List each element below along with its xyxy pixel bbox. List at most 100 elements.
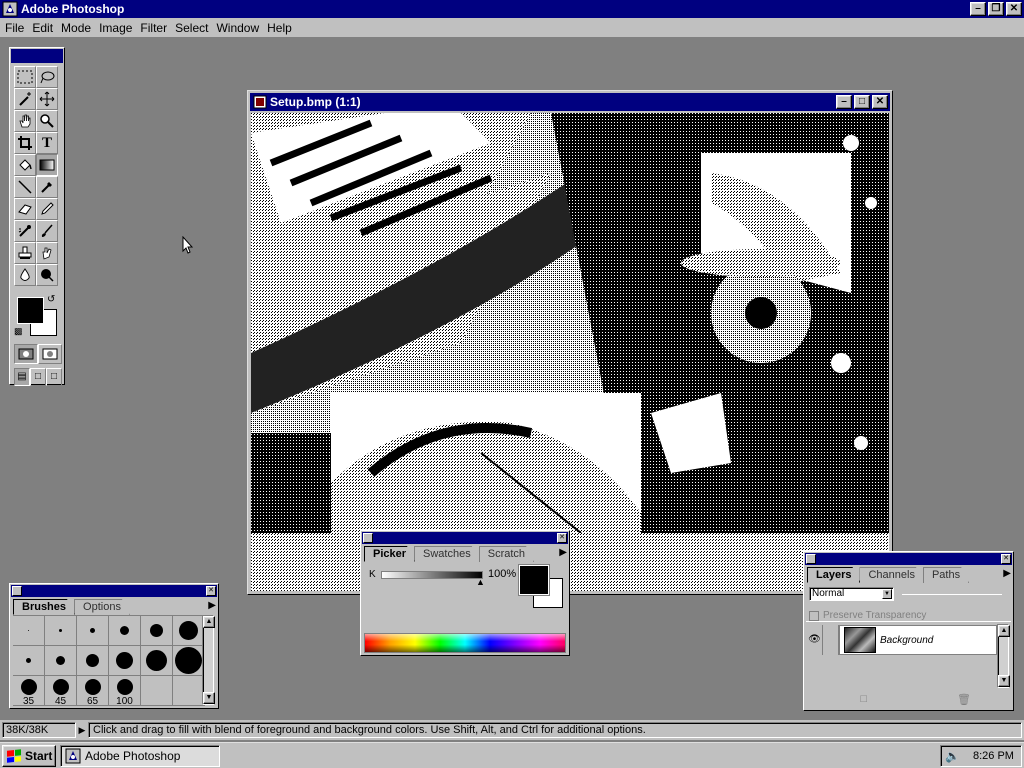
- line-icon[interactable]: [14, 176, 36, 198]
- brushes-title-bar[interactable]: ✕: [11, 585, 217, 597]
- brushes-collapse-button[interactable]: [12, 586, 22, 596]
- taskbar-photoshop-button[interactable]: Adobe Photoshop: [60, 744, 220, 767]
- image-canvas[interactable]: [251, 113, 889, 591]
- menu-filter[interactable]: Filter: [136, 21, 171, 35]
- brush-19[interactable]: [173, 616, 205, 646]
- tab-channels[interactable]: Channels: [859, 567, 923, 583]
- app-title-bar[interactable]: Adobe Photoshop – ❐ ✕: [0, 0, 1024, 18]
- brushes-menu-arrow-icon[interactable]: ▶: [208, 600, 216, 611]
- hand-icon[interactable]: [14, 110, 36, 132]
- clock[interactable]: 8:26 PM: [973, 750, 1014, 762]
- start-button[interactable]: Start: [2, 744, 56, 767]
- picker-collapse-button[interactable]: [363, 533, 373, 543]
- layers-title-bar[interactable]: ✕: [805, 553, 1012, 565]
- layers-menu-arrow-icon[interactable]: ▶: [1003, 568, 1011, 579]
- standard-mode-icon[interactable]: [14, 344, 38, 364]
- doc-close-button[interactable]: ✕: [872, 95, 888, 109]
- layers-close-button[interactable]: ✕: [1001, 554, 1011, 564]
- checkbox-icon[interactable]: [809, 610, 819, 621]
- rubber-stamp-icon[interactable]: [14, 242, 36, 264]
- menu-file[interactable]: File: [1, 21, 28, 35]
- picker-foreground-swatch[interactable]: [518, 564, 550, 596]
- document-title-bar[interactable]: Setup.bmp (1:1): [250, 93, 890, 111]
- smudge-icon[interactable]: [36, 242, 58, 264]
- close-button[interactable]: ✕: [1006, 2, 1022, 16]
- pencil-icon[interactable]: [36, 198, 58, 220]
- speaker-icon[interactable]: 🔈: [945, 749, 963, 763]
- document-size[interactable]: 38K/38K: [2, 722, 76, 738]
- tab-scratch[interactable]: Scratch: [479, 546, 534, 562]
- scroll-up-icon[interactable]: ▲: [203, 616, 215, 628]
- airbrush-icon[interactable]: [14, 220, 36, 242]
- status-arrow-icon[interactable]: ▶: [76, 725, 88, 736]
- restore-button[interactable]: ❐: [988, 2, 1004, 16]
- dropdown-arrow-icon[interactable]: ▼: [882, 589, 892, 599]
- menu-edit[interactable]: Edit: [28, 21, 57, 35]
- tab-paths[interactable]: Paths: [923, 567, 969, 583]
- layers-scrollbar[interactable]: ▲ ▼: [997, 624, 1010, 688]
- magic-wand-icon[interactable]: [14, 88, 36, 110]
- crop-icon[interactable]: [14, 132, 36, 154]
- new-layer-icon[interactable]: □: [860, 693, 867, 705]
- menu-mode[interactable]: Mode: [57, 21, 95, 35]
- tab-options[interactable]: Options: [74, 599, 130, 615]
- doc-minimize-button[interactable]: –: [836, 95, 852, 109]
- layer-row[interactable]: 👁 Background: [807, 625, 997, 655]
- layers-scroll-up-icon[interactable]: ▲: [998, 625, 1010, 637]
- gradient-icon[interactable]: [36, 154, 58, 176]
- brush-100[interactable]: 100: [109, 676, 141, 707]
- default-colors-icon[interactable]: ▩: [14, 326, 23, 337]
- scroll-down-icon[interactable]: ▼: [203, 692, 215, 704]
- brushes-close-button[interactable]: ✕: [206, 586, 216, 596]
- brush-65[interactable]: 65: [77, 676, 109, 707]
- menu-help[interactable]: Help: [263, 21, 296, 35]
- brush-soft-21[interactable]: [141, 646, 173, 676]
- color-ramp[interactable]: [364, 633, 566, 653]
- lasso-icon[interactable]: [36, 66, 58, 88]
- blur-icon[interactable]: [14, 264, 36, 286]
- k-slider[interactable]: [381, 571, 483, 579]
- brush-soft-5[interactable]: [13, 646, 45, 676]
- picker-menu-arrow-icon[interactable]: ▶: [559, 547, 567, 558]
- brush-45[interactable]: 45: [45, 676, 77, 707]
- swap-colors-icon[interactable]: ↺: [47, 294, 55, 305]
- brush-5[interactable]: [77, 616, 109, 646]
- brush-soft-9[interactable]: [45, 646, 77, 676]
- full-screen-icon[interactable]: □: [46, 368, 62, 386]
- preserve-transparency-checkbox[interactable]: Preserve Transparency: [809, 610, 926, 621]
- brush-3[interactable]: [45, 616, 77, 646]
- paintbrush-icon[interactable]: [36, 220, 58, 242]
- toolbox-title-bar[interactable]: [11, 49, 63, 63]
- menu-select[interactable]: Select: [171, 21, 212, 35]
- full-screen-menu-icon[interactable]: □: [30, 368, 46, 386]
- brush-soft-27[interactable]: [173, 646, 205, 676]
- move-icon[interactable]: [36, 88, 58, 110]
- tab-picker[interactable]: Picker: [364, 546, 415, 562]
- foreground-color-swatch[interactable]: [17, 297, 44, 324]
- quick-mask-mode-icon[interactable]: [38, 344, 62, 364]
- menu-window[interactable]: Window: [212, 21, 263, 35]
- layers-collapse-button[interactable]: [806, 554, 816, 564]
- eyedropper-icon[interactable]: [36, 176, 58, 198]
- picker-title-bar[interactable]: ✕: [362, 532, 568, 544]
- brush-35[interactable]: 35: [13, 676, 45, 707]
- brush-1[interactable]: [13, 616, 45, 646]
- brush-13[interactable]: [141, 616, 173, 646]
- tab-brushes[interactable]: Brushes: [13, 599, 75, 615]
- marquee-icon[interactable]: [14, 66, 36, 88]
- brush-soft-13[interactable]: [77, 646, 109, 676]
- menu-image[interactable]: Image: [95, 21, 136, 35]
- layer-edit-indicator[interactable]: [823, 625, 839, 655]
- dodge-burn-icon[interactable]: [36, 264, 58, 286]
- eraser-icon[interactable]: [14, 198, 36, 220]
- standard-screen-icon[interactable]: ▤: [14, 368, 30, 386]
- blend-mode-select[interactable]: Normal ▼: [809, 587, 894, 601]
- brushes-scrollbar[interactable]: ▲ ▼: [202, 615, 215, 705]
- picker-close-button[interactable]: ✕: [557, 533, 567, 543]
- paint-bucket-icon[interactable]: [14, 154, 36, 176]
- layer-item[interactable]: Background: [839, 625, 997, 655]
- eye-icon[interactable]: 👁: [807, 625, 823, 655]
- doc-maximize-button[interactable]: □: [854, 95, 870, 109]
- opacity-slider[interactable]: [902, 594, 1002, 595]
- brush-soft-17[interactable]: [109, 646, 141, 676]
